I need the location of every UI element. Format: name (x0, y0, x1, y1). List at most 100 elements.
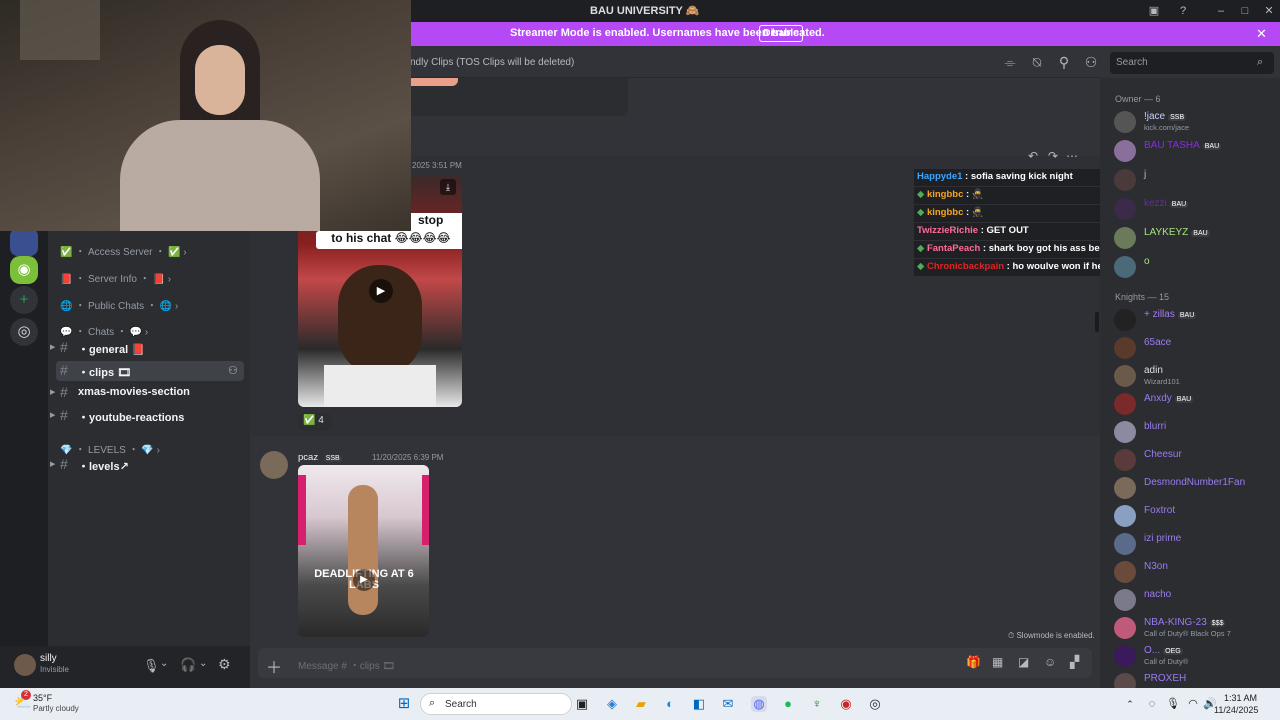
add-member-icon[interactable]: ⚇ (228, 364, 238, 377)
gear-icon[interactable]: ⚙ (218, 656, 231, 673)
channel-youtube-reactions[interactable]: ▶ # ・youtube-reactions (50, 406, 244, 426)
start-icon[interactable]: ⊞ (396, 696, 412, 712)
member-item[interactable]: Foxtrot (1114, 503, 1274, 529)
channel-levels[interactable]: ▶ # ・levels↗ (50, 455, 244, 475)
clock-time[interactable]: 1:31 AM (1224, 693, 1257, 703)
video-attachment[interactable]: DEADLIFTING AT 6 LABS ▶ (298, 465, 429, 637)
clock-date[interactable]: 11/24/2025 (1214, 705, 1258, 715)
member-tag: BAU (1177, 312, 1197, 319)
edge-icon[interactable]: ◐ (662, 696, 678, 712)
wifi-icon[interactable]: ◠ (1185, 696, 1201, 712)
gift-icon[interactable]: 🎁 (966, 655, 981, 669)
member-item[interactable]: Anxdy BAU (1114, 391, 1274, 417)
search-icon: ⌕ (1257, 56, 1264, 68)
member-item[interactable]: adin Wizard101 (1114, 363, 1274, 389)
scrollbar-thumb[interactable] (1095, 312, 1099, 332)
more-icon[interactable]: ⋯ (1066, 149, 1078, 163)
input-placeholder: Message # ・clips 🎞 (298, 661, 396, 672)
video-caption-top: stop (410, 213, 462, 231)
member-item[interactable]: LAYKEYZ BAU (1114, 225, 1274, 251)
forward-icon[interactable]: ↷ (1048, 149, 1058, 163)
taskbar-search[interactable]: ⌕ Search (420, 693, 572, 715)
microphone-icon[interactable]: 🎙 (143, 658, 160, 674)
webcam-overlay (0, 0, 411, 231)
threads-icon[interactable]: ⌯ (1002, 54, 1018, 70)
avatar (1114, 505, 1136, 527)
member-item[interactable]: O... OEG Call of Duty® (1114, 643, 1274, 669)
spotify-icon[interactable]: ● (780, 696, 796, 712)
member-item[interactable]: NBA-KING-23 $$$ Call of Duty® Black Ops 7 (1114, 615, 1274, 641)
member-item[interactable]: o (1114, 254, 1274, 280)
explore-icon[interactable]: ◎ (10, 318, 38, 346)
app-icon[interactable]: ♆ (809, 696, 825, 712)
play-icon[interactable]: ▶ (369, 279, 393, 303)
discord-icon[interactable]: ◍ (751, 696, 767, 712)
category-server-info[interactable]: 📕 ・ Server Info ・ 📕 › (60, 270, 171, 285)
member-tag: OEG (1163, 648, 1183, 655)
member-item[interactable]: Cheesur (1114, 447, 1274, 473)
member-tag: BAU (1169, 201, 1189, 208)
inbox-icon[interactable]: ▣ (1146, 3, 1162, 19)
play-icon[interactable]: ▶ (353, 569, 375, 591)
chevron-down-icon[interactable]: ⌄ (160, 658, 168, 669)
close-banner-icon[interactable]: ✕ (1256, 26, 1267, 42)
microphone-icon[interactable]: 🎙 (1165, 696, 1181, 712)
member-item[interactable]: izi prime (1114, 531, 1274, 557)
member-item[interactable]: DesmondNumber1Fan (1114, 475, 1274, 501)
gif-icon[interactable]: ▦ (992, 655, 1003, 669)
message-input[interactable]: ＋ Message # ・clips 🎞 🎁 ▦ ◪ ☺ ▞ (258, 648, 1092, 678)
file-explorer-icon[interactable]: ▰ (633, 696, 649, 712)
minimize-button[interactable]: – (1213, 3, 1229, 19)
avatar[interactable] (14, 654, 36, 676)
member-item[interactable]: kezzi BAU (1114, 196, 1274, 222)
reaction-checkmark[interactable]: ✅ 4 (298, 413, 332, 431)
category-public-chats[interactable]: 🌐 ・ Public Chats ・ 🌐 › (60, 297, 178, 312)
pin-icon[interactable]: ⚲ (1056, 54, 1072, 70)
emoji-icon[interactable]: ☺ (1044, 655, 1056, 669)
category-levels[interactable]: 💎 ・ LEVELS ・ 💎 › (60, 441, 160, 456)
search-input[interactable]: Search (1110, 52, 1274, 74)
task-view-icon[interactable]: ▣ (574, 696, 590, 712)
sticker-icon[interactable]: ◪ (1018, 655, 1029, 669)
member-item[interactable]: j (1114, 167, 1274, 193)
add-server-icon[interactable]: + (10, 286, 38, 314)
member-item[interactable]: BAU TASHA BAU (1114, 138, 1274, 164)
add-attachment-icon[interactable]: ＋ (266, 654, 282, 678)
outlook-icon[interactable]: ✉ (720, 696, 736, 712)
disable-button[interactable]: Disable (759, 25, 803, 42)
steam-icon[interactable]: ◎ (867, 696, 883, 712)
avatar[interactable] (260, 451, 288, 479)
apps-icon[interactable]: ▞ (1070, 655, 1079, 669)
category-chats[interactable]: 💬 ・ Chats ・ 💬 › (60, 323, 148, 338)
channel-general[interactable]: ▶ # ・general 📕 (50, 338, 244, 358)
download-icon[interactable]: ⤓ (440, 179, 456, 195)
headphones-icon[interactable]: 🎧 (180, 657, 196, 673)
member-item[interactable]: 65ace (1114, 335, 1274, 361)
network-tray-icon[interactable]: ◌ (1144, 696, 1160, 712)
member-item[interactable]: !jace SSB kick.com/jace (1114, 109, 1274, 135)
maximize-button[interactable]: □ (1237, 3, 1253, 19)
hash-icon: # (60, 456, 68, 472)
duolingo-server-icon[interactable]: ◉ (10, 256, 38, 284)
server-icon[interactable] (10, 228, 38, 256)
copilot-icon[interactable]: ◈ (604, 696, 620, 712)
chevron-down-icon[interactable]: ⌄ (199, 658, 207, 669)
member-list-icon[interactable]: ⚇ (1083, 54, 1099, 70)
reply-icon[interactable]: ↶ (1028, 149, 1038, 163)
store-icon[interactable]: ◧ (691, 696, 707, 712)
category-access-server[interactable]: ✅ ・ Access Server ・ ✅ › (60, 243, 187, 258)
channel-xmas-movies-section[interactable]: ▶ # xmas-movies-section (50, 383, 244, 403)
user-status: Invisible (40, 665, 69, 674)
member-item[interactable]: nacho (1114, 587, 1274, 613)
member-item[interactable]: + zillas BAU (1114, 307, 1274, 333)
member-item[interactable]: N3on (1114, 559, 1274, 585)
chevron-up-icon[interactable]: ⌃ (1122, 696, 1138, 712)
mute-bell-icon[interactable]: ⍉ (1029, 54, 1045, 70)
close-window-button[interactable]: ✕ (1261, 3, 1277, 19)
channel-topic: ndly Clips (TOS Clips will be deleted) (410, 57, 575, 68)
app-icon-red[interactable]: ◉ (838, 696, 854, 712)
notification-badge: 2 (21, 690, 31, 700)
member-item[interactable]: blurri (1114, 419, 1274, 445)
help-icon[interactable]: ? (1175, 3, 1191, 19)
channel-clips[interactable]: # ・clips 🎞 ⚇ (56, 361, 244, 381)
